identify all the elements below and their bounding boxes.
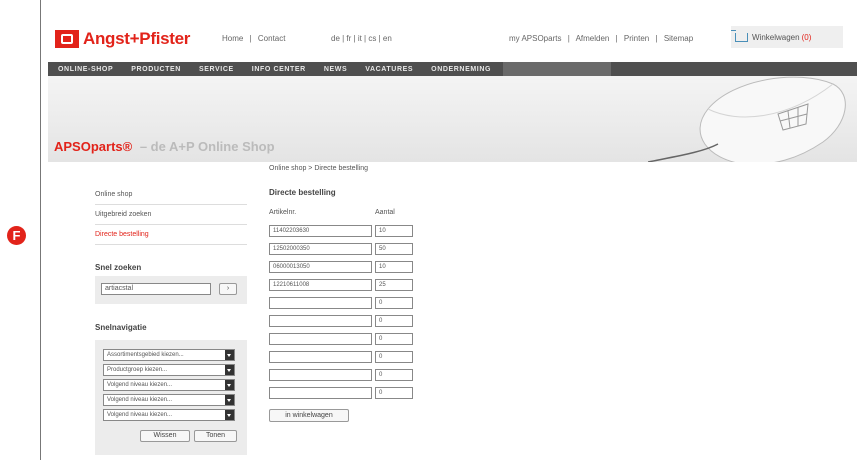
select-value: Volgend niveau kiezen... [107, 382, 173, 388]
quantity-field[interactable]: 25 [375, 279, 413, 291]
select-niveau-1[interactable]: Volgend niveau kiezen... [103, 379, 235, 391]
article-number-field[interactable]: 06000013050 [269, 261, 372, 273]
select-assortimentsgebied[interactable]: Assortimentsgebied kiezen... [103, 349, 235, 361]
chevron-down-icon [225, 350, 234, 360]
cart-count: (0) [801, 32, 812, 42]
quantity-field[interactable]: 0 [375, 369, 413, 381]
logo[interactable]: Angst+Pfister [55, 28, 190, 50]
breadcrumb[interactable]: Online shop > Directe bestelling [269, 165, 368, 172]
quantity-field[interactable]: 10 [375, 261, 413, 273]
divider [95, 204, 247, 205]
tonen-button[interactable]: Tonen [194, 430, 237, 442]
select-productgroep[interactable]: Productgroep kiezen... [103, 364, 235, 376]
banner-subtitle: – de A+P Online Shop [139, 139, 275, 154]
banner-title: APSOparts® – de A+P Online Shop [54, 139, 275, 154]
logo-text: Angst+Pfister [83, 29, 191, 48]
column-header-artikelnr: Artikelnr. [269, 209, 297, 216]
account-nav: my APSOparts | Afmelden | Printen | Site… [509, 34, 697, 43]
cart-label: Winkelwagen [752, 32, 800, 42]
cart-link[interactable]: Winkelwagen (0) [731, 26, 843, 48]
snel-zoeken-title: Snel zoeken [95, 263, 142, 272]
chevron-down-icon [225, 395, 234, 405]
account-nav-separator: | [567, 34, 570, 43]
page-frame: Angst+Pfister Home | Contact de | fr | i… [40, 0, 857, 460]
article-number-field[interactable] [269, 333, 372, 345]
select-niveau-2[interactable]: Volgend niveau kiezen... [103, 394, 235, 406]
quantity-field[interactable]: 0 [375, 333, 413, 345]
nav-info-center[interactable]: INFO CENTER [252, 66, 306, 73]
nav-vacatures[interactable]: VACATURES [365, 66, 413, 73]
divider [95, 224, 247, 225]
logout-link[interactable]: Afmelden [576, 34, 610, 43]
chevron-down-icon [225, 380, 234, 390]
select-value: Assortimentsgebied kiezen... [107, 352, 184, 358]
quantity-field[interactable]: 0 [375, 297, 413, 309]
quantity-field[interactable]: 0 [375, 315, 413, 327]
language-selector[interactable]: de | fr | it | cs | en [331, 34, 392, 43]
article-number-field[interactable] [269, 315, 372, 327]
quantity-field[interactable]: 10 [375, 225, 413, 237]
article-number-field[interactable] [269, 297, 372, 309]
select-value: Volgend niveau kiezen... [107, 412, 173, 418]
account-nav-separator: | [615, 34, 618, 43]
main-nav: ONLINE-SHOP PRODUCTEN SERVICE INFO CENTE… [48, 62, 857, 76]
nav-producten[interactable]: PRODUCTEN [131, 66, 181, 73]
search-submit-button[interactable]: › [219, 283, 237, 295]
select-value: Volgend niveau kiezen... [107, 397, 173, 403]
banner: APSOparts® – de A+P Online Shop [48, 76, 857, 162]
search-input[interactable]: artiacstal [101, 283, 211, 295]
page-title: Directe bestelling [269, 188, 336, 197]
top-nav: Home | Contact [222, 34, 289, 43]
banner-title-brand: APSOparts® [54, 139, 133, 154]
computer-mouse-icon [648, 76, 846, 162]
sitemap-link[interactable]: Sitemap [664, 34, 693, 43]
home-link[interactable]: Home [222, 34, 243, 43]
contact-link[interactable]: Contact [258, 34, 286, 43]
wissen-button[interactable]: Wissen [140, 430, 190, 442]
sidebar-item-online-shop[interactable]: Online shop [95, 191, 132, 198]
shopping-cart-icon [731, 29, 748, 42]
print-link[interactable]: Printen [624, 34, 649, 43]
logo-mark-icon [55, 30, 79, 48]
quantity-field[interactable]: 0 [375, 387, 413, 399]
chevron-down-icon [225, 410, 234, 420]
select-niveau-3[interactable]: Volgend niveau kiezen... [103, 409, 235, 421]
chevron-down-icon [225, 365, 234, 375]
my-apsoparts-link[interactable]: my APSOparts [509, 34, 561, 43]
annotation-marker: F [7, 226, 26, 245]
article-number-field[interactable] [269, 387, 372, 399]
article-number-field[interactable]: 12210611008 [269, 279, 372, 291]
nav-news[interactable]: NEWS [324, 66, 347, 73]
main-nav-active-bg [503, 62, 611, 76]
nav-service[interactable]: SERVICE [199, 66, 234, 73]
article-number-field[interactable]: 11402203630 [269, 225, 372, 237]
snelnavigatie-title: Snelnavigatie [95, 323, 147, 332]
account-nav-separator: | [655, 34, 658, 43]
sidebar-item-directe-bestelling[interactable]: Directe bestelling [95, 231, 149, 238]
divider [95, 244, 247, 245]
add-to-cart-button[interactable]: in winkelwagen [269, 409, 349, 422]
nav-onderneming[interactable]: ONDERNEMING [431, 66, 491, 73]
quantity-field[interactable]: 0 [375, 351, 413, 363]
sidebar-item-uitgebreid-zoeken[interactable]: Uitgebreid zoeken [95, 211, 151, 218]
article-number-field[interactable]: 12502000350 [269, 243, 372, 255]
select-value: Productgroep kiezen... [107, 367, 168, 373]
article-number-field[interactable] [269, 351, 372, 363]
nav-online-shop[interactable]: ONLINE-SHOP [58, 66, 113, 73]
article-number-field[interactable] [269, 369, 372, 381]
top-nav-separator: | [249, 34, 252, 43]
column-header-aantal: Aantal [375, 209, 395, 216]
quantity-field[interactable]: 50 [375, 243, 413, 255]
